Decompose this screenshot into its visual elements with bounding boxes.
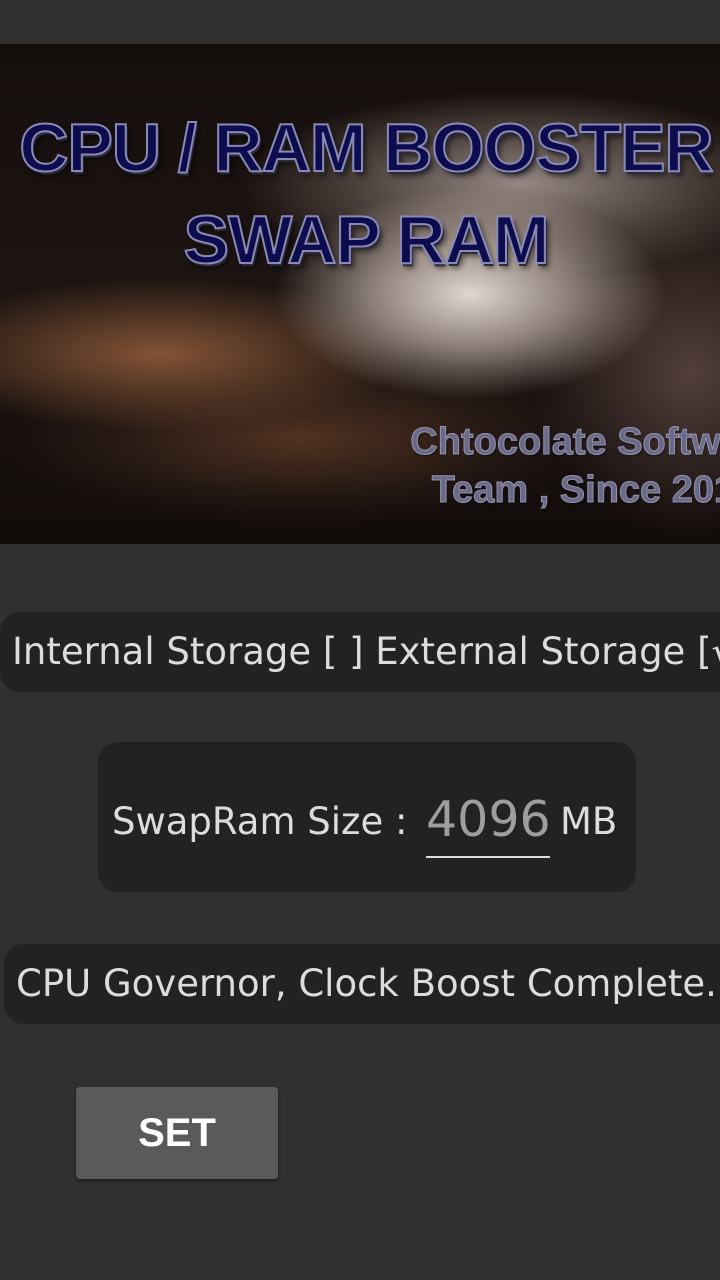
banner-credit: Chtocolate Software Team , Since 2013 [384,418,720,514]
swap-size-unit: MB [560,800,618,843]
banner-title-line1: CPU / RAM BOOSTER [18,109,714,187]
banner-credit-line2: Team , Since 2013 [431,469,720,512]
banner-title-line2: SWAP RAM [183,201,551,279]
banner-title: CPU / RAM BOOSTER SWAP RAM [0,102,720,286]
set-button[interactable]: SET [76,1087,278,1179]
swap-size-label: SwapRam Size : [112,800,408,843]
banner-credit-line1: Chtocolate Software [410,421,720,464]
app-banner-image: CPU / RAM BOOSTER SWAP RAM Chtocolate So… [0,44,720,544]
storage-selector[interactable]: Internal Storage [ ] External Storage [√… [0,612,720,692]
swap-size-input[interactable]: 4096 [426,782,551,858]
status-bar [0,0,720,44]
swap-size-card: SwapRam Size : 4096 MB [98,742,636,892]
status-message: CPU Governor, Clock Boost Complete. [4,944,720,1024]
